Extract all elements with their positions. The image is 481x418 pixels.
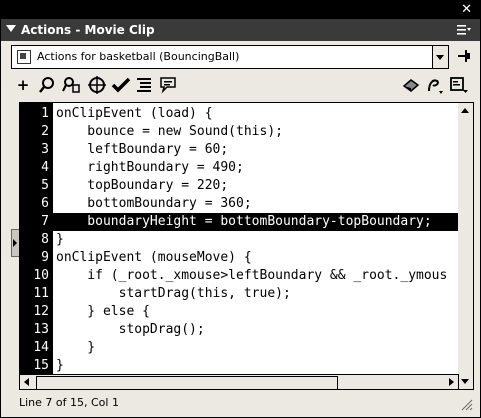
horizontal-scrollbar[interactable] [19, 374, 459, 390]
close-icon[interactable]: ✕ [461, 2, 472, 18]
code-text: } else { [56, 304, 150, 319]
code-line[interactable]: 9 onClipEvent (mouseMove) { [20, 249, 458, 267]
code-text: topBoundary = 220; [56, 178, 229, 193]
script-target-value: Actions for basketball (BouncingBall) [37, 50, 240, 63]
code-line[interactable]: 10 if (_root._xmouse>leftBoundary && _ro… [20, 267, 458, 285]
reference-icon[interactable] [401, 75, 421, 95]
code-line[interactable]: 6 bottomBoundary = 360; [20, 195, 458, 213]
script-target-dropdown[interactable]: Actions for basketball (BouncingBall) [11, 45, 449, 69]
code-line[interactable]: 13 stopDrag(); [20, 321, 458, 339]
code-text: if (_root._xmouse>leftBoundary && _root.… [56, 268, 448, 283]
code-hint-icon[interactable] [158, 75, 178, 95]
code-line[interactable]: 4 rightBoundary = 490; [20, 159, 458, 177]
panel-dock-bar: ✕ [1, 1, 480, 19]
code-line[interactable]: 11 startDrag(this, true); [20, 285, 458, 303]
find-icon[interactable] [37, 75, 57, 95]
code-text: boundaryHeight = bottomBoundary-topBound… [53, 213, 458, 231]
actions-toolbar: + [11, 73, 473, 97]
line-number: 9 [41, 250, 49, 265]
line-number: 15 [33, 358, 49, 373]
code-line[interactable]: 2 bounce = new Sound(this); [20, 123, 458, 141]
collapse-triangle-icon[interactable] [6, 25, 16, 32]
line-number: 10 [33, 268, 49, 283]
panel-titlebar[interactable]: Actions - Movie Clip [1, 19, 480, 41]
code-text: stopDrag(); [56, 322, 205, 337]
horizontal-scroll-thumb[interactable] [36, 376, 338, 390]
code-text: rightBoundary = 490; [56, 160, 244, 175]
line-number: 13 [33, 322, 49, 337]
panel-title: Actions - Movie Clip [21, 23, 155, 37]
code-text: startDrag(this, true); [56, 286, 291, 301]
replace-icon[interactable] [61, 75, 81, 95]
line-number: 3 [41, 142, 49, 157]
auto-format-icon[interactable] [134, 75, 154, 95]
debug-options-icon[interactable] [425, 75, 445, 95]
script-editor[interactable]: 1 onClipEvent (load) { 2 bounce = new Soun… [19, 102, 459, 390]
code-line[interactable]: 1 onClipEvent (load) { [20, 105, 458, 123]
code-line[interactable]: 15} [20, 357, 458, 375]
line-number: 12 [33, 304, 49, 319]
code-line[interactable]: 7 boundaryHeight = bottomBoundary-topBou… [20, 213, 458, 231]
code-text: onClipEvent (mouseMove) { [56, 250, 252, 265]
code-line[interactable]: 5 topBoundary = 220; [20, 177, 458, 195]
code-line[interactable]: 12 } else { [20, 303, 458, 321]
code-line[interactable]: 14 } [20, 339, 458, 357]
line-number: 5 [41, 178, 49, 193]
line-number: 1 [41, 106, 49, 121]
code-text: bottomBoundary = 360; [56, 196, 252, 211]
vertical-scrollbar[interactable] [458, 102, 474, 390]
resize-grip-icon[interactable] [457, 395, 473, 411]
line-number: 4 [41, 160, 49, 175]
code-text: } [56, 340, 96, 355]
code-text: leftBoundary = 60; [56, 142, 229, 157]
actions-panel-window: ✕ Actions - Movie Clip Actions for baske… [0, 0, 481, 418]
line-number: 6 [41, 196, 49, 211]
line-number: 11 [33, 286, 49, 301]
view-options-icon[interactable] [449, 75, 469, 95]
scroll-down-arrow-icon[interactable] [458, 374, 473, 389]
target-icon[interactable] [87, 75, 107, 95]
check-syntax-icon[interactable] [111, 75, 131, 95]
code-line[interactable]: 8} [20, 231, 458, 249]
line-number: 8 [41, 232, 49, 247]
movieclip-icon [17, 50, 31, 64]
chevron-down-icon[interactable] [432, 46, 448, 68]
panel-menu-icon[interactable] [456, 22, 472, 38]
code-text: } [56, 358, 64, 373]
line-number: 2 [41, 124, 49, 139]
pin-script-icon[interactable] [456, 48, 472, 64]
code-text: bounce = new Sound(this); [56, 124, 283, 139]
scroll-left-arrow-icon[interactable] [20, 375, 34, 389]
code-text: } [56, 232, 64, 247]
line-number: 7 [41, 214, 49, 229]
code-text: onClipEvent (load) { [56, 106, 213, 121]
code-line[interactable]: 3 leftBoundary = 60; [20, 141, 458, 159]
status-bar-text: Line 7 of 15, Col 1 [19, 396, 119, 409]
add-icon[interactable]: + [13, 75, 33, 95]
scroll-up-arrow-icon[interactable] [458, 103, 473, 118]
line-number: 14 [33, 340, 49, 355]
scroll-right-arrow-icon[interactable] [444, 375, 458, 389]
